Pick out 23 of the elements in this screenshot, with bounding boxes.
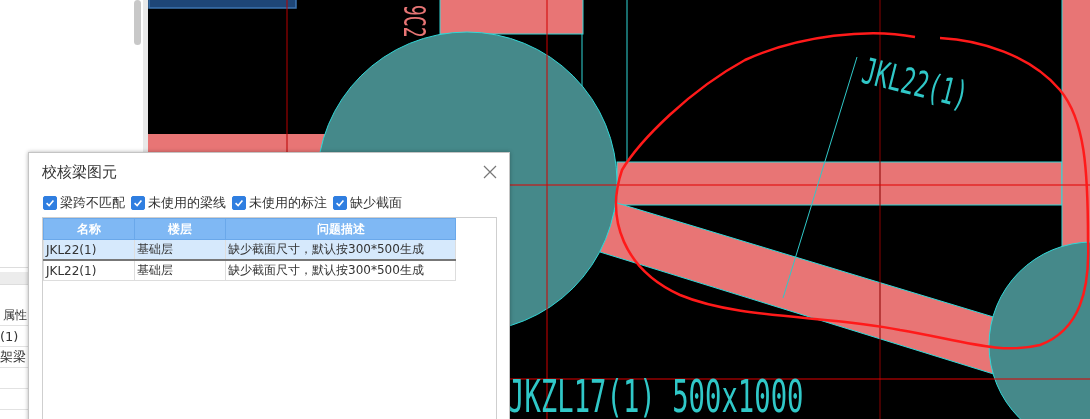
table-row[interactable]: JKL22(1) 基础层 缺少截面尺寸，默认按300*500生成 (43, 239, 456, 260)
checkbox[interactable] (131, 196, 145, 210)
checkbox[interactable] (232, 196, 246, 210)
close-icon[interactable] (483, 165, 497, 179)
table-cell: 基础层 (134, 260, 226, 281)
table-row[interactable]: JKL22(1) 基础层 缺少截面尺寸，默认按300*500生成 (43, 260, 456, 281)
dialog-title: 校核梁图元 (42, 162, 117, 182)
checkbox-label: 缺少截面 (350, 194, 402, 212)
table-cell: (1) (0, 328, 19, 344)
cad-text: 9C2 (396, 5, 432, 38)
checkbox[interactable] (333, 196, 347, 210)
beam-label: JKZL17(1) 500x1000 (508, 371, 804, 419)
checkbox-label: 未使用的梁线 (148, 194, 226, 212)
checkbox-label: 梁跨不匹配 (60, 194, 125, 212)
scrollbar-thumb[interactable] (134, 0, 141, 45)
table-cell: JKL22(1) (43, 239, 135, 260)
table-cell: 缺少截面尺寸，默认按300*500生成 (225, 260, 456, 281)
table-cell: JKL22(1) (43, 260, 135, 281)
table-cell: 架梁 (0, 348, 26, 366)
column-header: 属性 (2, 306, 27, 324)
checkbox-label: 未使用的标注 (249, 194, 327, 212)
checkbox[interactable] (43, 196, 57, 210)
beam-label: JKL22(1) (857, 49, 973, 117)
